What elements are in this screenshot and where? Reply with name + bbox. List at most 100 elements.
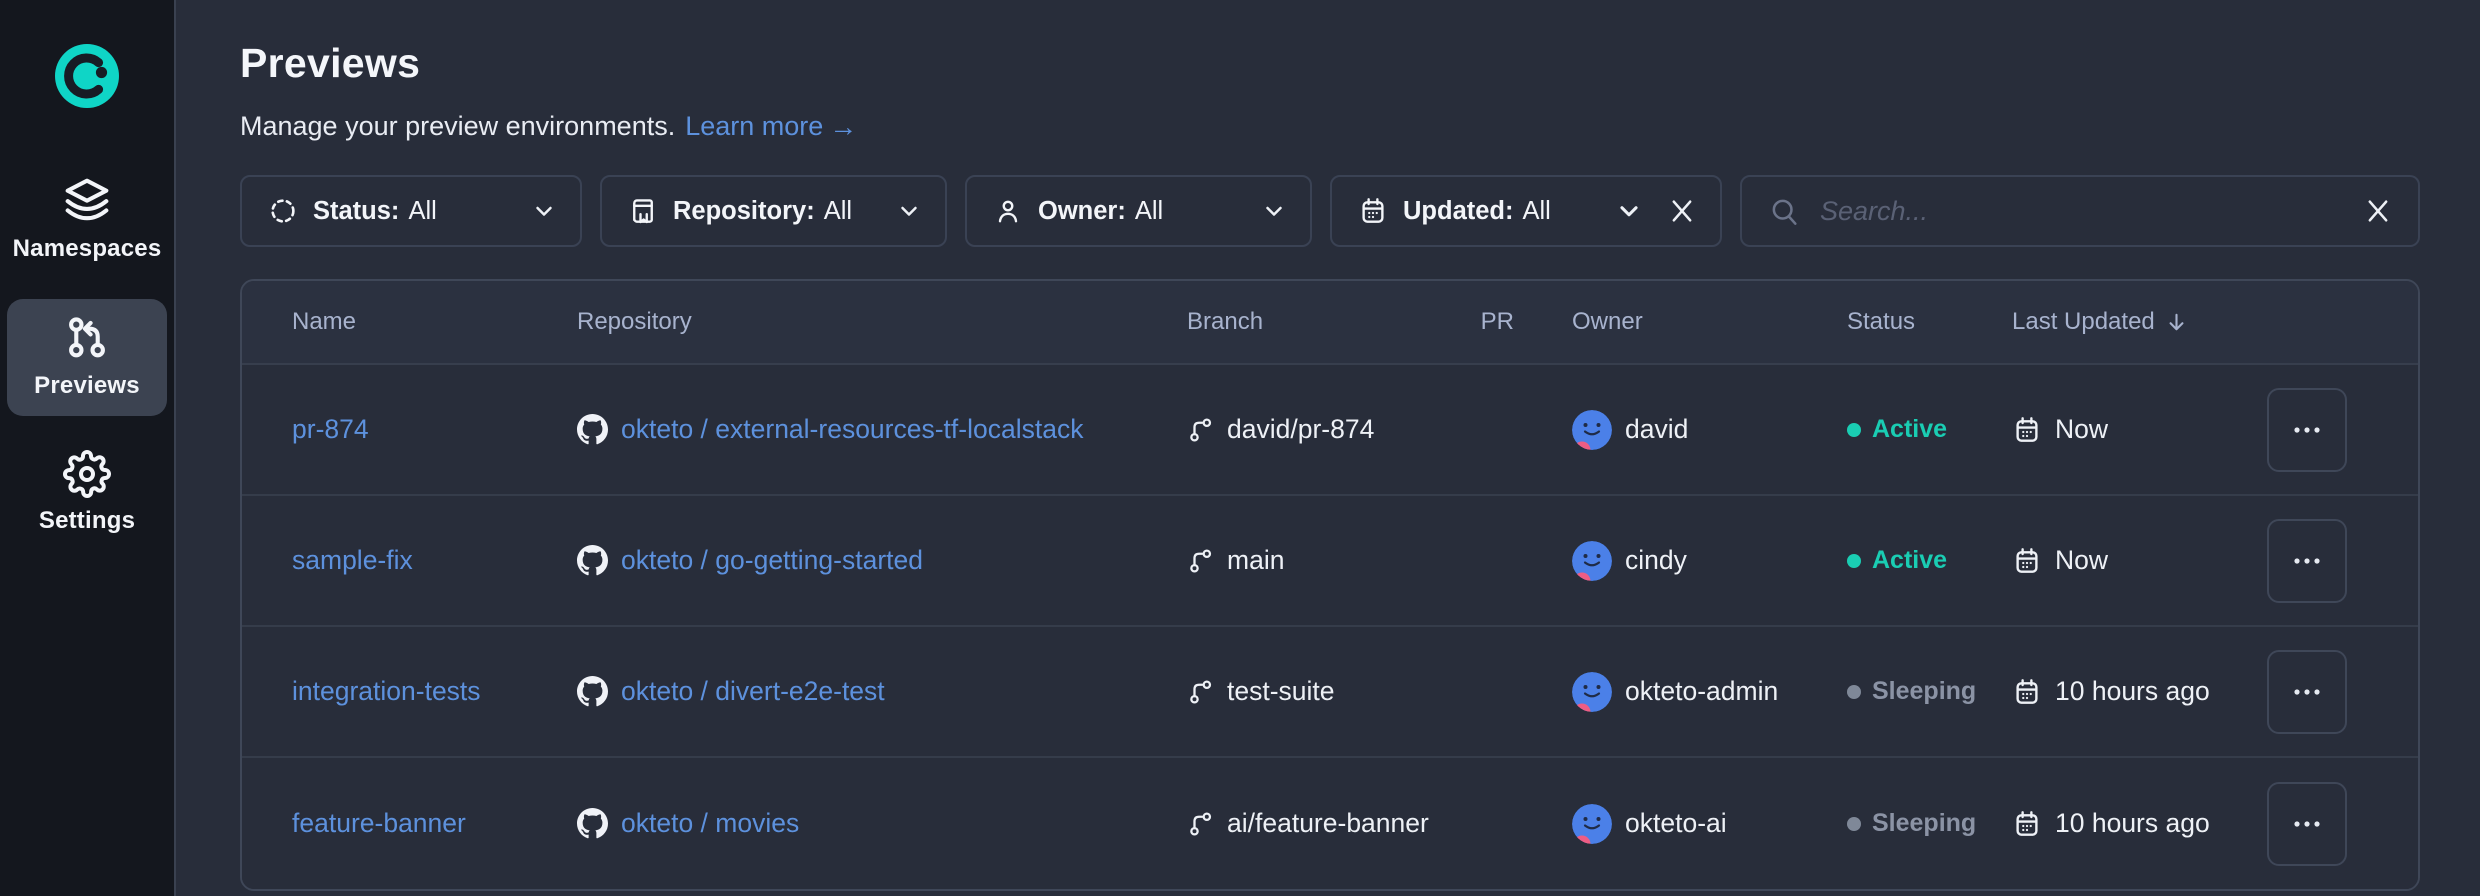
gear-icon xyxy=(63,450,111,498)
status-dot-icon xyxy=(1847,817,1861,831)
learn-more-link[interactable]: Learn more → xyxy=(685,111,857,142)
owner-avatar xyxy=(1572,804,1612,844)
last-updated-value: Now xyxy=(2055,414,2108,445)
status-dot-icon xyxy=(1847,685,1861,699)
table-row[interactable]: integration-tests okteto / divert-e2e-te… xyxy=(242,627,2418,758)
previews-branch-icon xyxy=(62,313,112,363)
column-header-name[interactable]: Name xyxy=(292,308,577,336)
status-label: Sleeping xyxy=(1872,677,1976,706)
clear-search-icon[interactable] xyxy=(2364,197,2392,225)
chevron-down-icon xyxy=(1616,198,1642,224)
page-title: Previews xyxy=(240,40,2420,87)
sort-descending-icon[interactable] xyxy=(2165,311,2188,334)
branch-name: main xyxy=(1227,545,1284,576)
row-actions-button[interactable] xyxy=(2267,388,2347,472)
search-input[interactable] xyxy=(1818,195,2364,228)
repository-link[interactable]: okteto / go-getting-started xyxy=(621,545,923,576)
sidebar-item-namespaces[interactable]: Namespaces xyxy=(7,160,167,279)
branch-name: david/pr-874 xyxy=(1227,414,1374,445)
repository-link[interactable]: okteto / divert-e2e-test xyxy=(621,676,885,707)
status-circle-icon xyxy=(268,196,298,226)
search-box xyxy=(1740,175,2420,247)
status-filter-dropdown[interactable]: Status: All xyxy=(240,175,582,247)
table-row[interactable]: feature-banner okteto / movies ai/featur… xyxy=(242,758,2418,889)
ellipsis-icon xyxy=(2292,426,2322,434)
git-branch-icon xyxy=(1187,809,1216,838)
status-label: Active xyxy=(1872,415,1947,444)
layers-icon xyxy=(60,174,114,226)
chevron-down-icon xyxy=(897,199,921,223)
clear-updated-filter-icon[interactable] xyxy=(1668,197,1696,225)
sidebar-item-label: Previews xyxy=(34,372,140,400)
status-label: Sleeping xyxy=(1872,809,1976,838)
owner-filter-dropdown[interactable]: Owner: All xyxy=(965,175,1312,247)
table-header: Name Repository Branch PR Owner Status L… xyxy=(242,281,2418,365)
status-dot-icon xyxy=(1847,423,1861,437)
sidebar: Namespaces Previews xyxy=(0,0,176,896)
ellipsis-icon xyxy=(2292,688,2322,696)
calendar-icon xyxy=(2012,546,2042,576)
sidebar-nav: Namespaces Previews xyxy=(7,160,167,551)
page-subtitle: Manage your preview environments. Learn … xyxy=(240,111,2420,142)
branch-name: test-suite xyxy=(1227,676,1335,707)
preview-name-link[interactable]: pr-874 xyxy=(292,414,369,445)
repository-filter-dropdown[interactable]: Repository: All xyxy=(600,175,947,247)
okteto-logo[interactable] xyxy=(55,44,119,108)
preview-name-link[interactable]: sample-fix xyxy=(292,545,413,576)
person-icon xyxy=(993,196,1023,226)
previews-table: Name Repository Branch PR Owner Status L… xyxy=(240,279,2420,891)
repository-icon xyxy=(628,196,658,226)
calendar-icon xyxy=(2012,415,2042,445)
status-label: Active xyxy=(1872,546,1947,575)
github-icon xyxy=(577,808,608,839)
column-header-last-updated[interactable]: Last Updated xyxy=(2012,308,2267,336)
owner-name: okteto-admin xyxy=(1625,676,1778,707)
updated-filter-dropdown[interactable]: Updated: All xyxy=(1330,175,1722,247)
filter-bar: Status: All Repository: All xyxy=(240,175,2420,247)
owner-avatar xyxy=(1572,541,1612,581)
git-branch-icon xyxy=(1187,415,1216,444)
owner-avatar xyxy=(1572,410,1612,450)
git-branch-icon xyxy=(1187,677,1216,706)
ellipsis-icon xyxy=(2292,820,2322,828)
row-actions-button[interactable] xyxy=(2267,782,2347,866)
calendar-icon xyxy=(2012,809,2042,839)
chevron-down-icon xyxy=(1262,199,1286,223)
ellipsis-icon xyxy=(2292,557,2322,565)
github-icon xyxy=(577,545,608,576)
sidebar-item-label: Namespaces xyxy=(13,235,162,263)
main-content: Previews Manage your preview environment… xyxy=(176,0,2480,896)
owner-avatar xyxy=(1572,672,1612,712)
status-dot-icon xyxy=(1847,554,1861,568)
row-actions-button[interactable] xyxy=(2267,519,2347,603)
preview-name-link[interactable]: integration-tests xyxy=(292,676,481,707)
last-updated-value: Now xyxy=(2055,545,2108,576)
arrow-right-icon: → xyxy=(829,113,857,141)
column-header-owner[interactable]: Owner xyxy=(1572,308,1847,336)
owner-name: okteto-ai xyxy=(1625,808,1727,839)
git-branch-icon xyxy=(1187,546,1216,575)
owner-name: cindy xyxy=(1625,545,1687,576)
repository-link[interactable]: okteto / external-resources-tf-localstac… xyxy=(621,414,1083,445)
calendar-icon xyxy=(1358,196,1388,226)
last-updated-value: 10 hours ago xyxy=(2055,676,2210,707)
column-header-repository[interactable]: Repository xyxy=(577,308,1187,336)
owner-name: david xyxy=(1625,414,1688,445)
column-header-status[interactable]: Status xyxy=(1847,308,2012,336)
sidebar-item-previews[interactable]: Previews xyxy=(7,299,167,416)
branch-name: ai/feature-banner xyxy=(1227,808,1429,839)
last-updated-value: 10 hours ago xyxy=(2055,808,2210,839)
table-row[interactable]: pr-874 okteto / external-resources-tf-lo… xyxy=(242,365,2418,496)
sidebar-item-settings[interactable]: Settings xyxy=(7,436,167,551)
subtitle-text: Manage your preview environments. xyxy=(240,111,675,142)
app-root: Namespaces Previews xyxy=(0,0,2480,896)
column-header-pr[interactable]: PR xyxy=(1472,308,1572,336)
preview-name-link[interactable]: feature-banner xyxy=(292,808,466,839)
column-header-branch[interactable]: Branch xyxy=(1187,308,1472,336)
search-icon xyxy=(1768,195,1800,227)
table-row[interactable]: sample-fix okteto / go-getting-started m… xyxy=(242,496,2418,627)
repository-link[interactable]: okteto / movies xyxy=(621,808,799,839)
row-actions-button[interactable] xyxy=(2267,650,2347,734)
chevron-down-icon xyxy=(532,199,556,223)
github-icon xyxy=(577,414,608,445)
